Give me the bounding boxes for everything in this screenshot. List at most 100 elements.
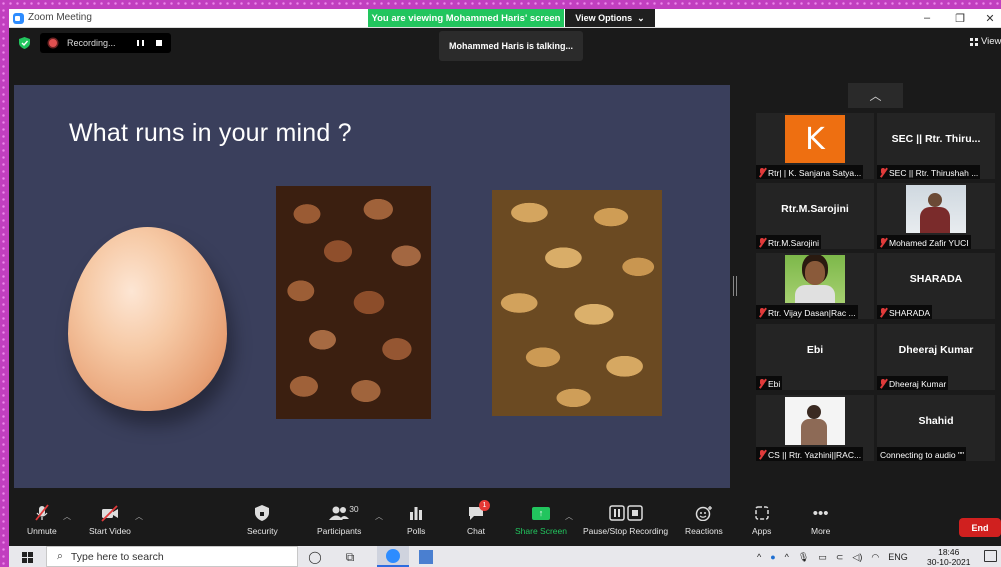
- cortana-icon[interactable]: ◯: [307, 549, 323, 565]
- search-placeholder: Type here to search: [70, 550, 164, 563]
- wifi-icon[interactable]: ◠: [871, 552, 879, 563]
- windows-taskbar: ⌕ Type here to search ◯ ⧉ ^ ● ^ 🎙 ▭ ⊂ ◁)…: [9, 546, 1001, 567]
- close-window-button[interactable]: ✕: [975, 9, 1001, 27]
- participant-tile[interactable]: K Rtr| | K. Sanjana Satya...: [756, 113, 874, 179]
- apps-icon: [754, 504, 769, 522]
- photos-app-icon[interactable]: [419, 550, 433, 564]
- help-icon[interactable]: ●: [770, 552, 775, 562]
- pause-recording-icon[interactable]: [137, 40, 144, 46]
- mic-muted-icon: [759, 379, 765, 388]
- egg-image: [68, 227, 227, 411]
- mic-muted-icon: [759, 238, 765, 247]
- shield-icon[interactable]: [19, 37, 30, 49]
- share-options-caret-icon[interactable]: ︿: [565, 511, 573, 522]
- participant-tile[interactable]: Mohamed Zafir YUCI: [877, 183, 995, 249]
- participants-label: Participants: [317, 526, 362, 536]
- notification-icon[interactable]: [984, 550, 997, 562]
- meeting-controls: Unmute ︿ Start Video ︿ Security 30 Parti…: [9, 500, 1001, 546]
- participant-display-name: SHARADA: [909, 273, 963, 285]
- stop-recording-icon[interactable]: [156, 40, 162, 46]
- mic-off-icon: [33, 504, 51, 522]
- apps-button[interactable]: Apps: [752, 504, 771, 544]
- chevron-up-icon[interactable]: ^: [785, 552, 789, 562]
- participant-name: Dheeraj Kumar: [889, 378, 947, 389]
- participant-name-bar: Rtr| | K. Sanjana Satya...: [756, 165, 864, 179]
- view-options-button[interactable]: View Options ⌄: [565, 9, 655, 27]
- chevron-down-icon: ⌄: [637, 12, 645, 23]
- window-title: Zoom Meeting: [28, 12, 92, 23]
- potatoes-image: [492, 190, 662, 416]
- participant-tile[interactable]: Shahid Connecting to audio "": [877, 395, 995, 461]
- start-video-button[interactable]: Start Video: [89, 504, 131, 544]
- taskbar-search-box[interactable]: ⌕ Type here to search: [46, 546, 298, 567]
- polls-label: Polls: [407, 526, 426, 536]
- polls-button[interactable]: Polls: [407, 504, 425, 544]
- restore-button[interactable]: ❐: [945, 9, 975, 27]
- active-speaker-banner: Mohammed Haris is talking...: [439, 31, 583, 61]
- usb-icon[interactable]: ⊂: [836, 552, 844, 563]
- taskbar-clock[interactable]: 18:46 30-10-2021: [927, 547, 970, 567]
- participant-tile[interactable]: SEC || Rtr. Thiru... SEC || Rtr. Thirush…: [877, 113, 995, 179]
- gallery-scroll-up-button[interactable]: ︿: [848, 83, 903, 108]
- participant-name-bar: SHARADA: [877, 305, 933, 319]
- view-layout-button[interactable]: View: [970, 36, 1001, 47]
- participant-tile[interactable]: CS || Rtr. Yazhini||RAC...: [756, 395, 874, 461]
- language-indicator[interactable]: ENG: [888, 552, 908, 562]
- chat-label: Chat: [467, 526, 485, 536]
- minimize-button[interactable]: –: [912, 9, 942, 27]
- volume-icon[interactable]: ◁): [852, 552, 862, 563]
- participant-name-bar: Rtr.M.Sarojini: [756, 235, 822, 249]
- video-options-caret-icon[interactable]: ︿: [135, 511, 143, 522]
- mic-muted-icon: [880, 168, 886, 177]
- unmute-button[interactable]: Unmute: [27, 504, 57, 544]
- chevron-up-icon[interactable]: ^: [757, 552, 761, 562]
- pause-stop-recording-label: Pause/Stop Recording: [583, 526, 669, 536]
- participants-button[interactable]: 30 Participants: [317, 504, 361, 544]
- clock-date: 30-10-2021: [927, 557, 971, 567]
- participant-name: SHARADA: [889, 307, 931, 318]
- chat-button[interactable]: 1 Chat: [467, 500, 490, 544]
- mic-muted-icon: [880, 308, 886, 317]
- participant-display-name: Shahid: [918, 415, 954, 427]
- pause-stop-recording-button[interactable]: Pause/Stop Recording: [583, 504, 668, 544]
- mic-muted-icon: [759, 308, 765, 317]
- participant-name: Ebi: [768, 378, 781, 389]
- share-screen-icon: ↑: [531, 504, 550, 522]
- system-tray: ^ ● ^ 🎙 ▭ ⊂ ◁) ◠ ENG: [757, 549, 908, 565]
- coffee-beans-image: [276, 186, 431, 419]
- share-screen-label: Share Screen: [515, 526, 567, 536]
- participant-display-name: SEC || Rtr. Thiru...: [891, 133, 981, 145]
- resize-handle[interactable]: [733, 276, 737, 296]
- windows-start-icon[interactable]: [22, 552, 33, 563]
- zoom-taskbar-icon[interactable]: [377, 546, 409, 567]
- participant-tile[interactable]: Ebi Ebi: [756, 324, 874, 390]
- participant-name-bar: Dheeraj Kumar: [877, 376, 949, 390]
- viewing-screen-banner: You are viewing Mohammed Haris' screen: [368, 9, 564, 27]
- reactions-button[interactable]: Reactions: [685, 504, 723, 544]
- recording-label: Recording...: [67, 38, 116, 48]
- share-screen-button[interactable]: ↑ Share Screen: [515, 504, 567, 544]
- recording-indicator: Recording...: [40, 33, 171, 53]
- apps-label: Apps: [752, 526, 772, 536]
- participants-count: 30: [349, 504, 359, 514]
- participant-name-bar: Mohamed Zafir YUCI: [877, 235, 971, 249]
- participant-tile[interactable]: Rtr. Vijay Dasan|Rac ...: [756, 253, 874, 319]
- participant-tile[interactable]: Rtr.M.Sarojini Rtr.M.Sarojini: [756, 183, 874, 249]
- security-button[interactable]: Security: [247, 504, 278, 544]
- more-button[interactable]: ••• More: [811, 504, 830, 544]
- audio-options-caret-icon[interactable]: ︿: [63, 511, 71, 522]
- participant-tile[interactable]: SHARADA SHARADA: [877, 253, 995, 319]
- microphone-icon[interactable]: 🎙: [798, 552, 809, 563]
- battery-icon[interactable]: ▭: [818, 552, 827, 563]
- pause-stop-icon: [608, 504, 643, 522]
- start-video-label: Start Video: [89, 526, 131, 536]
- mic-muted-icon: [759, 450, 765, 459]
- mic-muted-icon: [880, 379, 886, 388]
- clock-time: 18:46: [938, 547, 960, 557]
- participant-gallery: K Rtr| | K. Sanjana Satya... SEC || Rtr.…: [756, 113, 997, 463]
- task-view-icon[interactable]: ⧉: [342, 549, 358, 565]
- participants-caret-icon[interactable]: ︿: [375, 511, 383, 522]
- mic-muted-icon: [880, 238, 886, 247]
- participant-tile[interactable]: Dheeraj Kumar Dheeraj Kumar: [877, 324, 995, 390]
- end-meeting-button[interactable]: End: [959, 518, 1001, 537]
